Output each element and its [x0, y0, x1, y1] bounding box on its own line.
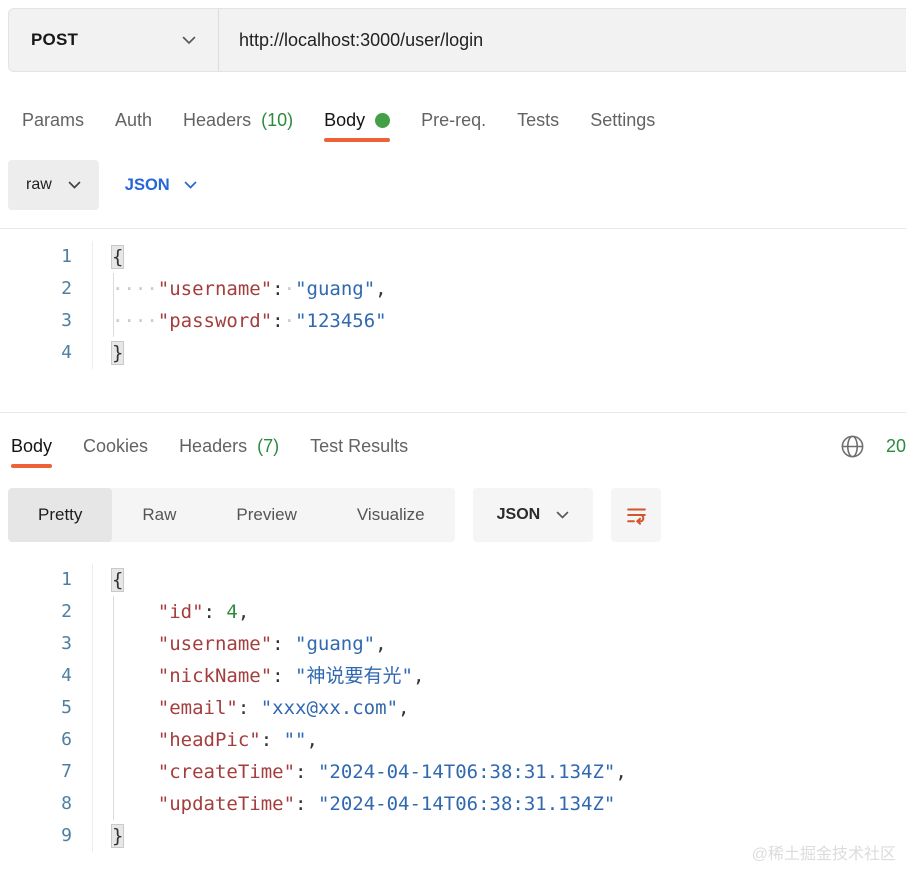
code-line: 7 "createTime": "2024-04-14T06:38:31.134… [0, 756, 906, 788]
request-body-editor[interactable]: 1{2····"username":·"guang",3····"passwor… [0, 229, 906, 412]
code-text: "createTime": "2024-04-14T06:38:31.134Z"… [93, 756, 627, 788]
code-text: "nickName": "神说要有光", [93, 660, 424, 692]
indent-guide [113, 596, 114, 820]
code-line[interactable]: 1{ [0, 241, 906, 273]
code-text: { [93, 564, 123, 596]
chevron-down-icon [556, 511, 569, 519]
line-number: 6 [0, 724, 93, 756]
line-number: 4 [0, 660, 93, 692]
method-selector[interactable]: POST [9, 9, 219, 71]
line-number: 4 [0, 337, 93, 369]
tab-params[interactable]: Params [22, 98, 84, 142]
code-line: 3 "username": "guang", [0, 628, 906, 660]
code-text: } [93, 820, 123, 852]
view-segmented-control: Pretty Raw Preview Visualize [8, 488, 455, 542]
url-text: http://localhost:3000/user/login [239, 30, 483, 51]
response-body-viewer: 1{2 "id": 4,3 "username": "guang",4 "nic… [0, 556, 906, 856]
line-number: 7 [0, 756, 93, 788]
tab-response-headers[interactable]: Headers (7) [179, 424, 279, 468]
code-line[interactable]: 4} [0, 337, 906, 369]
method-label: POST [31, 30, 78, 50]
code-text[interactable]: { [93, 241, 123, 273]
code-text[interactable]: } [93, 337, 123, 369]
active-tab-indicator [324, 138, 390, 142]
request-url-bar: POST http://localhost:3000/user/login [8, 8, 906, 72]
watermark: @稀土掘金技术社区 [752, 840, 896, 864]
code-line: 5 "email": "xxx@xx.com", [0, 692, 906, 724]
headers-count-badge: (7) [257, 436, 279, 457]
wrap-lines-icon [624, 503, 649, 528]
body-format-dropdown[interactable]: JSON [125, 176, 197, 195]
response-toolbar: Pretty Raw Preview Visualize JSON [8, 488, 661, 542]
line-number: 3 [0, 305, 93, 337]
url-input[interactable]: http://localhost:3000/user/login [219, 9, 906, 71]
response-format-dropdown[interactable]: JSON [473, 488, 594, 542]
response-tabs: Body Cookies Headers (7) Test Results [11, 424, 408, 468]
tab-body[interactable]: Body [324, 98, 390, 142]
globe-icon[interactable] [839, 433, 866, 460]
headers-count-badge: (10) [261, 110, 293, 131]
code-text: "username": "guang", [93, 628, 387, 660]
tab-settings[interactable]: Settings [590, 98, 655, 142]
code-line: 4 "nickName": "神说要有光", [0, 660, 906, 692]
chevron-down-icon [68, 181, 81, 189]
line-number: 2 [0, 596, 93, 628]
active-tab-indicator [11, 464, 52, 468]
view-visualize-button[interactable]: Visualize [327, 488, 455, 542]
code-line: 8 "updateTime": "2024-04-14T06:38:31.134… [0, 788, 906, 820]
wrap-lines-button[interactable] [611, 488, 661, 542]
tab-test-results[interactable]: Test Results [310, 424, 408, 468]
code-line[interactable]: 3····"password":·"123456" [0, 305, 906, 337]
code-line: 2 "id": 4, [0, 596, 906, 628]
line-number: 9 [0, 820, 93, 852]
tab-headers[interactable]: Headers (10) [183, 98, 293, 142]
chevron-down-icon [184, 181, 197, 189]
line-number: 5 [0, 692, 93, 724]
line-number: 8 [0, 788, 93, 820]
code-text: "email": "xxx@xx.com", [93, 692, 409, 724]
code-text[interactable]: ····"password":·"123456" [93, 305, 387, 337]
tab-auth[interactable]: Auth [115, 98, 152, 142]
code-text: "updateTime": "2024-04-14T06:38:31.134Z" [93, 788, 615, 820]
code-line: 6 "headPic": "", [0, 724, 906, 756]
view-pretty-button[interactable]: Pretty [8, 488, 112, 542]
request-tabs: Params Auth Headers (10) Body Pre-req. T… [22, 98, 655, 142]
code-text: "id": 4, [93, 596, 249, 628]
indent-guide [113, 273, 114, 337]
tab-tests[interactable]: Tests [517, 98, 559, 142]
chevron-down-icon [182, 36, 196, 45]
response-status-area: 20 [839, 424, 906, 468]
line-number: 3 [0, 628, 93, 660]
view-preview-button[interactable]: Preview [206, 488, 326, 542]
code-text: "headPic": "", [93, 724, 318, 756]
status-code: 20 [886, 436, 906, 457]
tab-pre-request[interactable]: Pre-req. [421, 98, 486, 142]
divider [0, 412, 906, 413]
line-number: 1 [0, 564, 93, 596]
body-type-dropdown[interactable]: raw [8, 160, 99, 210]
tab-response-body[interactable]: Body [11, 424, 52, 468]
code-line[interactable]: 2····"username":·"guang", [0, 273, 906, 305]
line-number: 2 [0, 273, 93, 305]
view-raw-button[interactable]: Raw [112, 488, 206, 542]
tab-cookies[interactable]: Cookies [83, 424, 148, 468]
code-text[interactable]: ····"username":·"guang", [93, 273, 387, 305]
body-content-dot [375, 113, 390, 128]
code-line: 1{ [0, 564, 906, 596]
line-number: 1 [0, 241, 93, 273]
body-type-row: raw JSON [8, 160, 197, 210]
